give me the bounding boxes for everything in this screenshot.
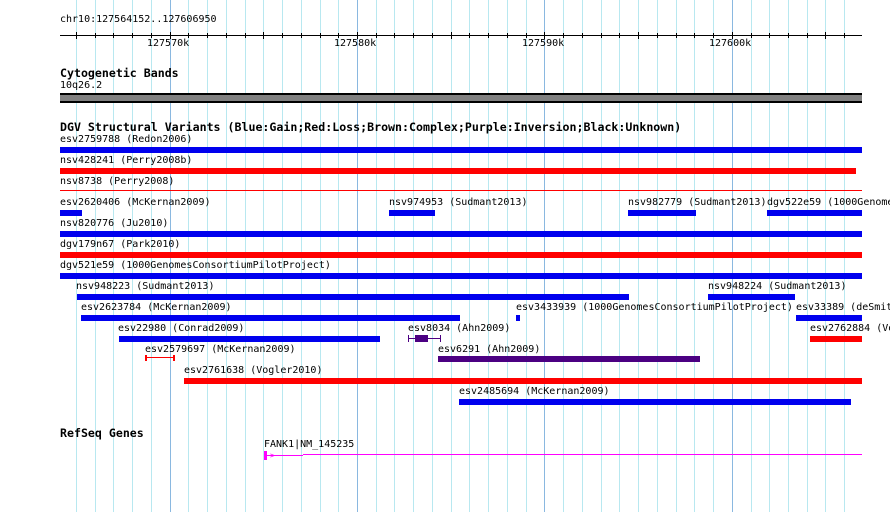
ruler-label: 127590k bbox=[522, 38, 565, 49]
feature-label: nsv820776 (Ju2010) bbox=[60, 218, 169, 229]
ruler-tick bbox=[807, 33, 808, 38]
feature-label: nsv982779 (Sudmant2013) bbox=[628, 197, 767, 208]
feature-label: esv6291 (Ahn2009) bbox=[438, 344, 541, 355]
variant-loss[interactable] bbox=[145, 355, 175, 361]
variant-gain[interactable] bbox=[516, 315, 520, 321]
feature-label: dgv179n67 (Park2010) bbox=[60, 239, 181, 250]
feature-label: esv2623784 (McKernan2009) bbox=[81, 302, 232, 313]
variant-inversion[interactable] bbox=[408, 335, 441, 343]
ruler-tick bbox=[638, 32, 639, 39]
ruler-tick bbox=[113, 33, 114, 38]
cytoband-track-title: Cytogenetic Bands bbox=[60, 66, 179, 80]
cytoband-10q26-2[interactable] bbox=[60, 93, 862, 103]
feature-label: esv2762884 (Vo bbox=[810, 323, 890, 334]
ruler-tick bbox=[263, 32, 264, 39]
ruler-tick bbox=[282, 33, 283, 38]
strand-arrow-icon: > bbox=[270, 451, 275, 460]
gene-label: FANK1|NM_145235 bbox=[264, 439, 355, 450]
ruler-label: 127600k bbox=[709, 38, 752, 49]
refseq-track-title: RefSeq Genes bbox=[60, 426, 144, 440]
variant-gain[interactable] bbox=[459, 399, 851, 405]
ruler-tick bbox=[245, 33, 246, 38]
genome-browser: chr10:127564152..127606950 127570k 12758… bbox=[0, 0, 890, 512]
variant-gain[interactable] bbox=[389, 210, 435, 216]
feature-label: dgv522e59 (1000Genome bbox=[767, 197, 890, 208]
ruler-tick bbox=[432, 33, 433, 38]
variant-gain[interactable] bbox=[60, 147, 862, 153]
ruler-label: 127580k bbox=[334, 38, 377, 49]
feature-label: esv2620406 (McKernan2009) bbox=[60, 197, 211, 208]
gene-fank1[interactable]: > bbox=[264, 451, 862, 460]
variant-inversion[interactable] bbox=[438, 356, 700, 362]
variant-gain[interactable] bbox=[60, 231, 862, 237]
ruler-tick bbox=[694, 33, 695, 38]
ruler-tick bbox=[582, 33, 583, 38]
feature-label: nsv8738 (Perry2008) bbox=[60, 176, 175, 187]
feature-label: nsv948224 (Sudmant2013) bbox=[708, 281, 847, 292]
ruler-tick bbox=[95, 33, 96, 38]
ruler-tick bbox=[676, 33, 677, 38]
feature-label: nsv974953 (Sudmant2013) bbox=[389, 197, 528, 208]
ruler[interactable]: 127570k 127580k 127590k 127600k bbox=[60, 32, 862, 55]
ruler-tick bbox=[132, 33, 133, 38]
ruler-tick bbox=[301, 33, 302, 38]
ruler-tick bbox=[394, 33, 395, 38]
feature-label: esv2761638 (Vogler2010) bbox=[184, 365, 323, 376]
ruler-tick bbox=[320, 33, 321, 38]
ruler-tick bbox=[207, 33, 208, 38]
ruler-tick bbox=[76, 32, 77, 39]
dgv-track-title: DGV Structural Variants (Blue:Gain;Red:L… bbox=[60, 120, 682, 134]
feature-label: nsv428241 (Perry2008b) bbox=[60, 155, 193, 166]
ruler-tick bbox=[226, 33, 227, 38]
variant-gain[interactable] bbox=[119, 336, 380, 342]
ruler-tick bbox=[619, 33, 620, 38]
ruler-tick bbox=[769, 33, 770, 38]
feature-label: esv22980 (Conrad2009) bbox=[118, 323, 245, 334]
variant-gain[interactable] bbox=[628, 210, 696, 216]
variant-loss[interactable] bbox=[810, 336, 862, 342]
variant-gain[interactable] bbox=[77, 294, 629, 300]
feature-label: dgv521e59 (1000GenomesConsortiumPilotPro… bbox=[60, 260, 331, 271]
variant-gain[interactable] bbox=[796, 315, 862, 321]
ruler-range: chr10:127564152..127606950 bbox=[60, 14, 217, 25]
ruler-tick bbox=[451, 32, 452, 39]
variant-loss[interactable] bbox=[60, 190, 862, 191]
variant-loss[interactable] bbox=[60, 252, 862, 258]
feature-label: nsv948223 (Sudmant2013) bbox=[76, 281, 215, 292]
variant-gain[interactable] bbox=[708, 294, 795, 300]
feature-label: esv8034 (Ahn2009) bbox=[408, 323, 511, 334]
variant-gain[interactable] bbox=[60, 273, 862, 279]
variant-loss[interactable] bbox=[184, 378, 862, 384]
feature-label: esv33389 (deSmit bbox=[796, 302, 890, 313]
ruler-tick bbox=[788, 33, 789, 38]
cytoband-label: 10q26.2 bbox=[60, 80, 103, 91]
variant-gain[interactable] bbox=[81, 315, 460, 321]
feature-label: esv2759788 (Redon2006) bbox=[60, 134, 193, 145]
variant-gain[interactable] bbox=[60, 210, 82, 216]
variant-loss[interactable] bbox=[60, 168, 856, 174]
ruler-tick bbox=[469, 33, 470, 38]
ruler-tick bbox=[413, 33, 414, 38]
feature-label: esv3433939 (1000GenomesConsortiumPilotPr… bbox=[516, 302, 793, 313]
feature-label: esv2485694 (McKernan2009) bbox=[459, 386, 610, 397]
variant-gain[interactable] bbox=[767, 210, 862, 216]
ruler-tick bbox=[825, 32, 826, 39]
ruler-tick bbox=[507, 33, 508, 38]
ruler-tick bbox=[488, 33, 489, 38]
ruler-label: 127570k bbox=[147, 38, 190, 49]
ruler-tick bbox=[844, 33, 845, 38]
ruler-tick bbox=[657, 33, 658, 38]
ruler-tick bbox=[601, 33, 602, 38]
